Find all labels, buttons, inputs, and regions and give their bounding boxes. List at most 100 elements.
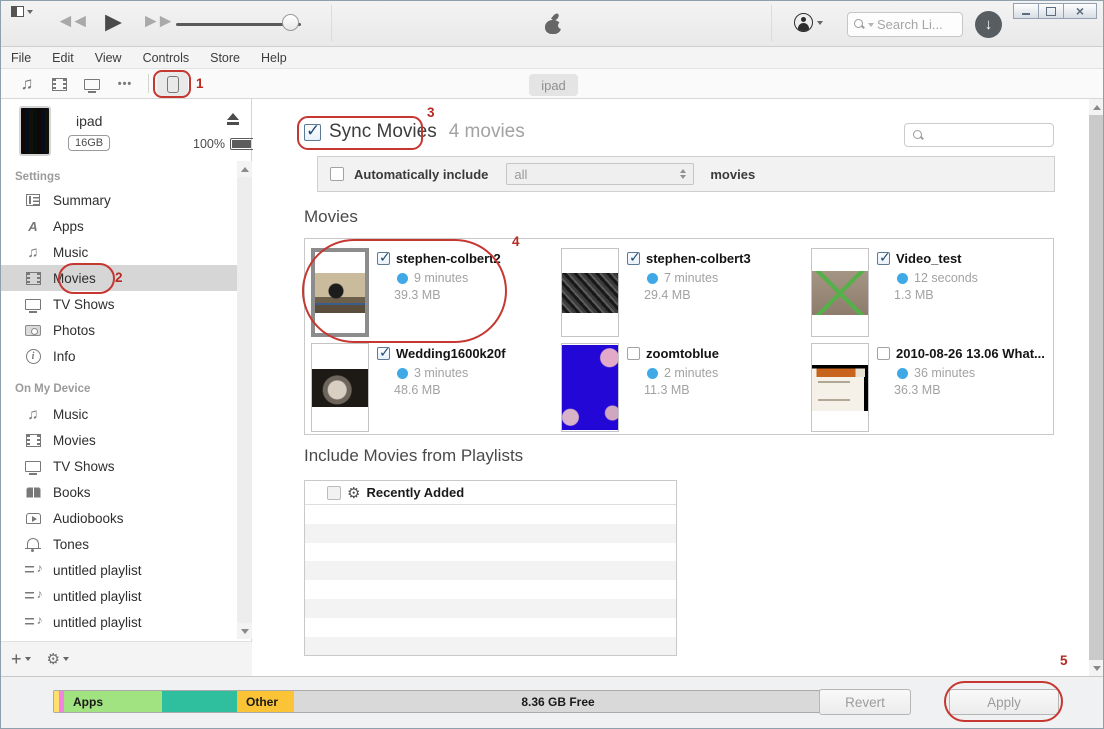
on-my-device-header: On My Device <box>15 383 90 395</box>
menu-file[interactable]: File <box>11 51 31 65</box>
movie-checkbox[interactable] <box>377 252 390 265</box>
gear-icon <box>47 650 60 668</box>
apply-button[interactable]: Apply <box>949 689 1059 715</box>
sidebar-item-movies[interactable]: Movies <box>1 265 237 291</box>
chevron-down-icon <box>63 657 69 661</box>
sync-movies-checkbox[interactable] <box>304 124 321 141</box>
sidebar-item-summary[interactable]: Summary <box>1 187 237 213</box>
rewind-button[interactable]: ◄◄ <box>56 7 86 37</box>
miniplayer-icon <box>11 6 24 17</box>
movie-item[interactable]: stephen-colbert2 9 minutes 39.3 MB <box>311 248 557 340</box>
movies-search-input[interactable] <box>904 123 1054 147</box>
device-item-movies[interactable]: Movies <box>1 427 237 453</box>
movie-item[interactable]: Wedding1600k20f 3 minutes 48.6 MB <box>311 343 557 435</box>
minimize-button[interactable] <box>1013 3 1039 19</box>
library-search-input[interactable]: Search Li... <box>847 12 963 37</box>
arrow-up-icon <box>1093 105 1101 110</box>
film-icon <box>23 272 43 285</box>
menu-edit[interactable]: Edit <box>52 51 74 65</box>
sidebar-item-photos[interactable]: Photos <box>1 317 237 343</box>
itunes-window: ◄◄ ► ►► Search Li... File <box>0 0 1104 729</box>
movie-item[interactable]: 2010-08-26 13.06 What... 36 minutes 36.3… <box>811 343 1057 435</box>
movie-thumbnail[interactable] <box>311 248 369 337</box>
movie-checkbox[interactable] <box>627 347 640 360</box>
miniplayer-menu-button[interactable] <box>11 6 33 17</box>
scroll-up-button[interactable] <box>1089 99 1104 115</box>
playlist-checkbox[interactable] <box>327 486 341 500</box>
movie-checkbox[interactable] <box>627 252 640 265</box>
sidebar: ipad 16GB 100% Settings Summary A Apps ♫… <box>1 99 252 676</box>
auto-include-checkbox[interactable] <box>330 167 344 181</box>
summary-icon <box>23 194 43 206</box>
device-item-music[interactable]: ♫ Music <box>1 401 237 427</box>
search-placeholder: Search Li... <box>877 17 943 32</box>
device-item-playlist-3[interactable]: untitled playlist <box>1 609 237 635</box>
movie-item[interactable]: stephen-colbert3 7 minutes 29.4 MB <box>561 248 807 340</box>
sync-movies-pane: Sync Movies 4 movies Automatically inclu… <box>253 99 1089 676</box>
playlist-item-recently-added[interactable]: Recently Added <box>305 481 676 505</box>
volume-slider[interactable] <box>176 21 301 27</box>
capacity-segment-apps: Apps <box>64 691 162 712</box>
maximize-button[interactable] <box>1038 3 1064 19</box>
play-button[interactable]: ► <box>100 7 128 37</box>
options-gear-button[interactable] <box>47 650 69 668</box>
movies-nav-button[interactable] <box>49 69 69 99</box>
add-playlist-button[interactable]: + <box>11 650 31 668</box>
device-item-tones[interactable]: Tones <box>1 531 237 557</box>
menu-store[interactable]: Store <box>210 51 240 65</box>
device-tab[interactable]: ipad <box>529 74 578 96</box>
film-icon <box>52 78 67 91</box>
ipad-icon <box>167 76 179 93</box>
user-icon <box>794 13 813 32</box>
revert-button[interactable]: Revert <box>819 689 911 715</box>
scroll-down-button[interactable] <box>237 623 252 639</box>
account-menu-button[interactable] <box>794 13 823 32</box>
tvshows-nav-button[interactable] <box>81 69 103 99</box>
menu-help[interactable]: Help <box>261 51 287 65</box>
more-media-button[interactable]: ••• <box>113 69 137 99</box>
footer-bar: Apps Other 8.36 GB Free Revert Apply <box>1 676 1104 729</box>
chevron-down-icon <box>25 657 31 661</box>
auto-include-dropdown[interactable]: all <box>506 163 694 185</box>
movie-thumbnail[interactable] <box>811 248 869 337</box>
device-item-books[interactable]: Books <box>1 479 237 505</box>
sidebar-item-tvshows[interactable]: TV Shows <box>1 291 237 317</box>
arrow-down-icon <box>1093 666 1101 671</box>
device-item-playlist-2[interactable]: untitled playlist <box>1 583 237 609</box>
device-item-playlist-1[interactable]: untitled playlist <box>1 557 237 583</box>
close-button[interactable] <box>1063 3 1097 19</box>
empty-row <box>305 561 676 580</box>
movie-thumbnail[interactable] <box>561 343 619 432</box>
music-nav-button[interactable]: ♫ <box>17 69 37 99</box>
device-nav-button[interactable] <box>157 72 188 96</box>
movie-checkbox[interactable] <box>877 347 890 360</box>
downloads-button[interactable] <box>975 11 1002 38</box>
eject-icon[interactable] <box>226 113 240 125</box>
sidebar-item-music[interactable]: ♫ Music <box>1 239 237 265</box>
sidebar-scrollbar[interactable] <box>237 161 252 639</box>
volume-knob[interactable] <box>282 14 299 31</box>
menu-controls[interactable]: Controls <box>143 51 190 65</box>
device-item-tvshows[interactable]: TV Shows <box>1 453 237 479</box>
chevron-down-icon <box>868 23 874 27</box>
movie-thumbnail[interactable] <box>561 248 619 337</box>
capacity-segment-video <box>162 691 237 712</box>
media-navbar: ♫ ••• ipad <box>1 69 1104 99</box>
sidebar-item-info[interactable]: Info <box>1 343 237 369</box>
device-item-audiobooks[interactable]: Audiobooks <box>1 505 237 531</box>
sidebar-item-apps[interactable]: A Apps <box>1 213 237 239</box>
scroll-down-button[interactable] <box>1089 660 1104 676</box>
movie-thumbnail[interactable] <box>811 343 869 432</box>
content-scrollbar[interactable] <box>1089 99 1104 676</box>
capacity-segment-other: Other <box>237 691 294 712</box>
movie-checkbox[interactable] <box>877 252 890 265</box>
menu-view[interactable]: View <box>95 51 122 65</box>
movie-item[interactable]: Video_test 12 seconds 1.3 MB <box>811 248 1057 340</box>
forward-button[interactable]: ►► <box>141 7 171 37</box>
movie-checkbox[interactable] <box>377 347 390 360</box>
movie-thumbnail[interactable] <box>311 343 369 432</box>
scroll-up-button[interactable] <box>237 161 252 177</box>
movie-item[interactable]: zoomtoblue 2 minutes 11.3 MB <box>561 343 807 435</box>
apple-logo-icon <box>544 13 562 34</box>
hd-dot-icon <box>397 273 408 284</box>
